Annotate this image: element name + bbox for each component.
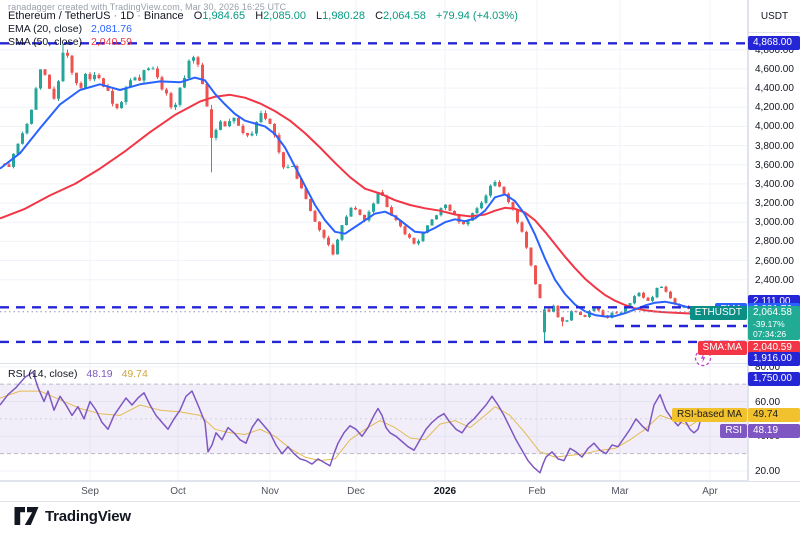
price-tick: 4,000.00	[755, 121, 794, 133]
price-tick: 2,800.00	[755, 236, 794, 248]
time-label-oct: Oct	[170, 486, 186, 497]
rsi-badge-rsi-based-ma-chip: RSI-based MA	[671, 408, 747, 422]
rsi-badge-rsi-based-ma-value: 49.74	[748, 408, 800, 422]
interval: 1D	[120, 10, 135, 22]
tradingview-logo[interactable]: TradingView	[14, 506, 131, 526]
rsi-value: 48.19	[86, 368, 113, 380]
price-tick: 4,400.00	[755, 83, 794, 95]
rsi-badge-rsi-chip: RSI	[720, 424, 747, 438]
time-label-sep: Sep	[81, 486, 99, 497]
sma-label: SMA (50, close)	[8, 36, 83, 48]
high-label: H	[255, 10, 264, 22]
price-badge-4-868-00: 4,868.00	[748, 36, 800, 50]
price-badge-ethusdt-value: 2,064.58 -39.17% 07:34:26	[748, 306, 800, 340]
close-label: C	[375, 10, 384, 22]
price-badge-1-750-00: 1,750.00	[748, 372, 800, 386]
time-label-apr: Apr	[702, 486, 718, 497]
price-tick: 2,400.00	[755, 274, 794, 286]
price-badge-ethusdt-chip: ETHUSDT	[689, 306, 747, 320]
rsi-ma-value: 49.74	[121, 368, 148, 380]
price-badge-1-916-00-value: 1,916.00	[748, 352, 800, 366]
price-badge-1-916-00: 1,916.00	[748, 352, 800, 366]
rsi-tick: 20.00	[755, 466, 781, 478]
price-tick: 3,800.00	[755, 140, 794, 152]
ema-value: 2,081.76	[91, 23, 132, 35]
price-badge-ethusdt-sub: 07:34:26	[753, 329, 787, 339]
time-label-mar: Mar	[611, 486, 629, 497]
price-tick: 4,600.00	[755, 63, 794, 75]
price-badge-ethusdt: ETHUSDT 2,064.58 -39.17% 07:34:26	[689, 306, 800, 340]
rsi-tick: 60.00	[755, 396, 781, 408]
time-label-2026: 2026	[433, 486, 457, 497]
symbol-legend[interactable]: Ethereum / TetherUS · 1D · Binance O1,984.65…	[8, 10, 518, 22]
price-tick: 3,600.00	[755, 159, 794, 171]
price-badge-sma-ma-chip: SMA:MA	[697, 341, 747, 355]
price-tick: 3,200.00	[755, 198, 794, 210]
price-tick: 3,000.00	[755, 217, 794, 229]
change-value: +79.94 (+4.03%)	[435, 10, 518, 22]
ema-label: EMA (20, close)	[8, 23, 83, 35]
close-value: 2,064.58	[383, 10, 426, 22]
time-label-dec: Dec	[347, 486, 365, 497]
symbol-name: Ethereum / TetherUS	[8, 10, 111, 22]
price-badge-ethusdt-sub: -39.17%	[753, 319, 785, 329]
rsi-label: RSI (14, close)	[8, 368, 78, 380]
price-badge-1-750-00-value: 1,750.00	[748, 372, 800, 386]
open-value: 1,984.65	[202, 10, 246, 22]
rsi-badge-rsi: RSI 48.19	[720, 424, 800, 438]
rsi-badge-rsi-value: 48.19	[748, 424, 800, 438]
price-chart-canvas[interactable]	[0, 0, 800, 535]
price-axis-currency: USDT	[749, 0, 800, 33]
time-label-feb: Feb	[528, 486, 546, 497]
ema-legend[interactable]: EMA (20, close) 2,081.76	[8, 23, 132, 35]
price-tick: 3,400.00	[755, 178, 794, 190]
time-axis[interactable]: Sep Oct Nov Dec 2026 Feb Mar Apr	[0, 481, 800, 502]
tradingview-logo-icon	[14, 507, 39, 525]
price-badge-4-868-00-value: 4,868.00	[748, 36, 800, 50]
rsi-badge-rsi-based-ma: RSI-based MA 49.74	[671, 408, 800, 422]
tradingview-chart-window: ranadagger created with TradingView.com,…	[0, 0, 800, 535]
time-label-nov: Nov	[261, 486, 279, 497]
sma-value: 2,040.59	[91, 36, 132, 48]
price-tick: 2,600.00	[755, 255, 794, 267]
high-value: 2,085.00	[263, 10, 306, 22]
low-value: 1,980.28	[322, 10, 365, 22]
price-tick: 4,200.00	[755, 102, 794, 114]
sma-legend[interactable]: SMA (50, close) 2,040.59	[8, 36, 132, 48]
rsi-legend[interactable]: RSI (14, close) 48.19 49.74	[8, 368, 148, 380]
tradingview-wordmark: TradingView	[45, 507, 131, 525]
exchange: Binance	[143, 10, 184, 22]
